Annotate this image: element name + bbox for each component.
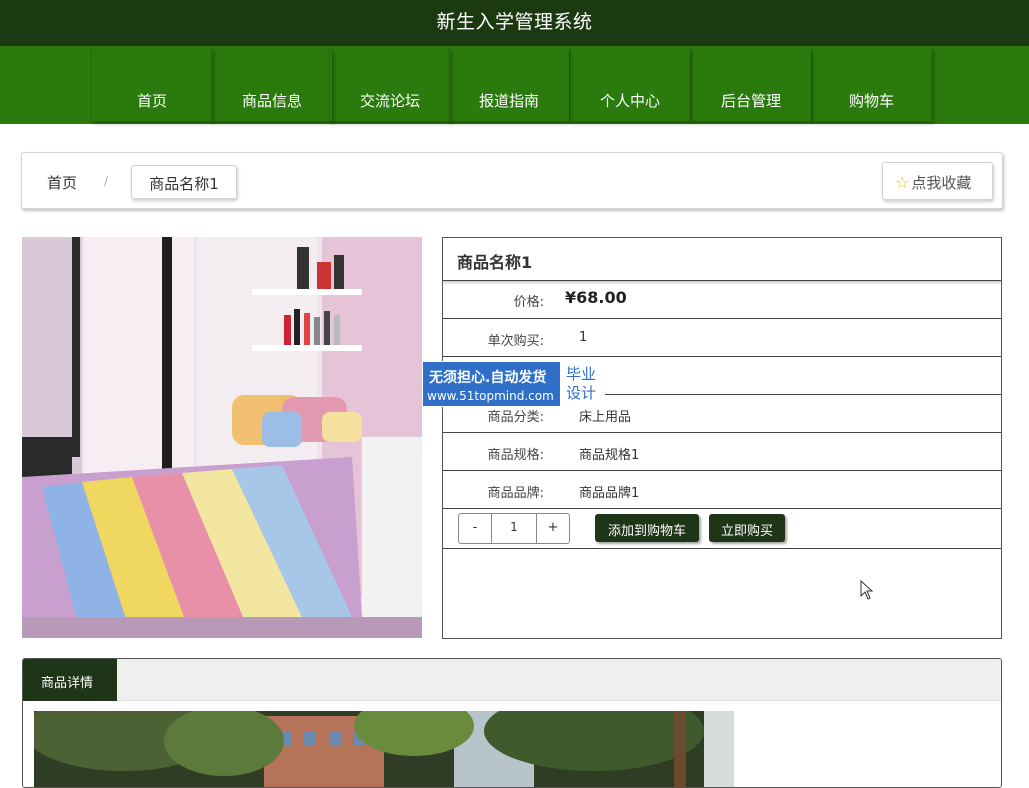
spec-label: 商品规格: — [487, 448, 544, 463]
watermark-text: 无须担心.自动发货 www.51topmind.com — [423, 362, 560, 406]
brand-label: 商品品牌: — [487, 486, 544, 501]
breadcrumb-current: 商品名称1 — [131, 165, 237, 199]
decrement-button[interactable]: - — [459, 514, 492, 543]
product-name: 商品名称1 — [443, 238, 1001, 281]
watermark-url: www.51topmind.com — [427, 389, 554, 403]
watermark-banner: 无须担心.自动发货 www.51topmind.com 毕业 设计 — [422, 361, 605, 407]
add-to-cart-button[interactable]: 添加到购物车 — [595, 514, 699, 542]
price-value: ¥68.00 — [565, 288, 627, 307]
campus-photo — [34, 711, 734, 787]
purchase-actions: - 1 + 添加到购物车 立即购买 — [443, 509, 1001, 549]
bedroom-photo — [22, 237, 422, 638]
single-buy-row: 单次购买: 1 — [443, 319, 1001, 357]
detail-tab-bar: 商品详情 — [23, 659, 1001, 701]
main-nav: 首页 商品信息 交流论坛 报道指南 个人中心 后台管理 购物车 — [0, 46, 1029, 124]
category-value: 床上用品 — [579, 410, 632, 425]
increment-button[interactable]: + — [537, 514, 569, 543]
price-row: 价格: ¥68.00 — [443, 281, 1001, 319]
breadcrumb: 首页 / 商品名称1 ☆ 点我收藏 — [21, 152, 1003, 209]
price-label: 价格: — [513, 295, 544, 310]
product-image — [22, 237, 422, 638]
nav-item-home[interactable]: 首页 — [91, 48, 212, 121]
nav-item-cart[interactable]: 购物车 — [811, 48, 932, 121]
breadcrumb-home-link[interactable]: 首页 — [47, 172, 77, 193]
single-buy-label: 单次购买: — [487, 334, 544, 349]
brand-row: 商品品牌: 商品品牌1 — [443, 471, 1001, 509]
detail-image — [34, 711, 734, 787]
watermark-line1: 无须担心.自动发货 — [429, 370, 547, 386]
buy-now-button[interactable]: 立即购买 — [709, 514, 785, 542]
mouse-cursor-icon — [860, 580, 874, 600]
spec-row: 商品规格: 商品规格1 — [443, 433, 1001, 471]
watermark-badge-line1: 毕业 — [566, 365, 597, 383]
spec-value: 商品规格1 — [579, 448, 640, 463]
nav-item-profile[interactable]: 个人中心 — [569, 48, 690, 121]
single-buy-value: 1 — [579, 330, 588, 345]
star-icon: ☆ — [895, 173, 910, 192]
nav-item-admin[interactable]: 后台管理 — [690, 48, 811, 121]
nav-item-guide[interactable]: 报道指南 — [448, 48, 569, 121]
tab-product-detail[interactable]: 商品详情 — [23, 659, 117, 701]
watermark-badge-line2: 设计 — [566, 384, 597, 402]
app-header: 新生入学管理系统 — [0, 0, 1029, 46]
favorite-button[interactable]: ☆ 点我收藏 — [882, 162, 993, 200]
category-label: 商品分类: — [487, 410, 544, 425]
breadcrumb-separator: / — [104, 174, 109, 188]
nav-item-products[interactable]: 商品信息 — [211, 48, 332, 121]
product-info-panel: 商品名称1 价格: ¥68.00 单次购买: 1 商品分类: 床上用品 商品规格… — [442, 237, 1002, 639]
quantity-stepper: - 1 + — [458, 513, 570, 544]
watermark-badge: 毕业 设计 — [560, 362, 605, 406]
app-title: 新生入学管理系统 — [436, 11, 593, 33]
quantity-input[interactable]: 1 — [492, 514, 537, 543]
product-detail-panel: 商品详情 — [22, 658, 1002, 788]
favorite-label: 点我收藏 — [911, 174, 972, 192]
nav-item-forum[interactable]: 交流论坛 — [329, 48, 450, 121]
brand-value: 商品品牌1 — [579, 486, 640, 501]
